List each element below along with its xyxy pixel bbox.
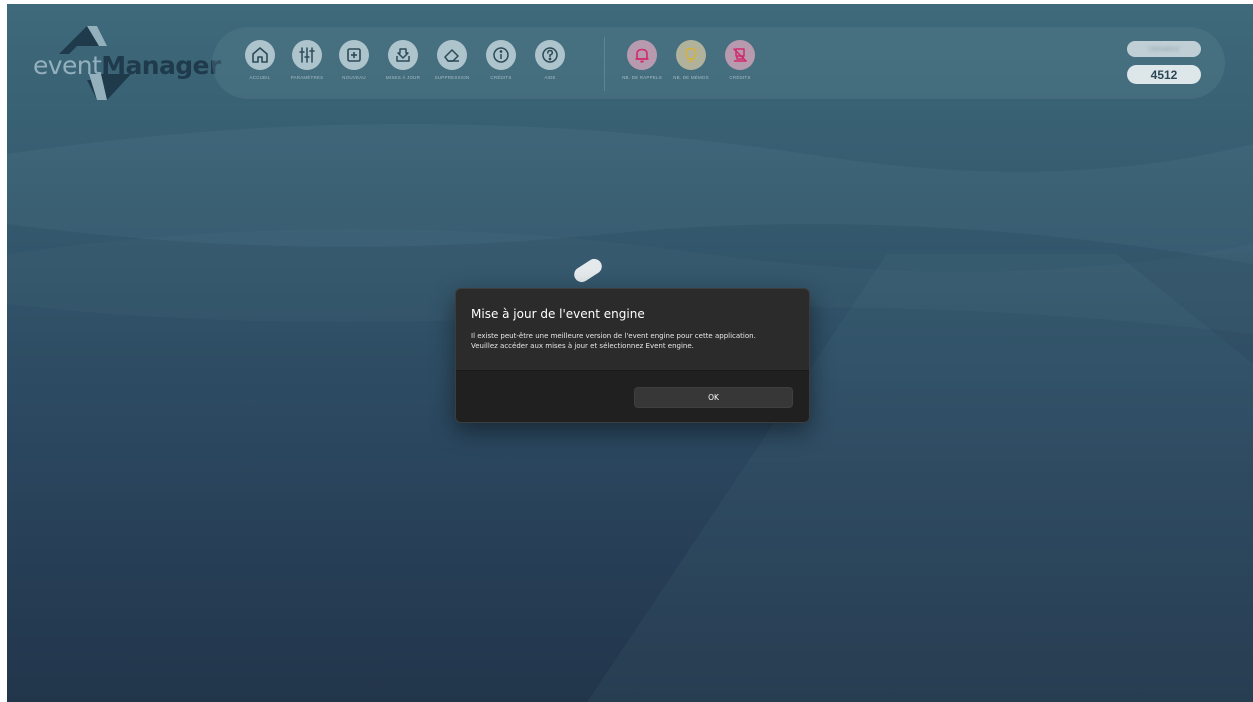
toolbar-label: CRÉDITS (729, 75, 751, 80)
toolbar-button-updates[interactable]: MISES À JOUR (378, 40, 428, 96)
toolbar-label: CRÉDITS (490, 75, 512, 80)
toolbar-label: AIDE (544, 75, 556, 80)
user-name-badge[interactable]: Utilisateur (1127, 41, 1201, 57)
update-dialog: Mise à jour de l'event engine Il existe … (455, 288, 810, 423)
logo-text: eventManager (33, 51, 221, 80)
toolbar-button-settings[interactable]: PARAMÈTRES (282, 40, 332, 96)
dialog-body: Mise à jour de l'event engine Il existe … (456, 289, 809, 369)
toolbar-button-home[interactable]: ACCUEIL (235, 40, 285, 96)
eraser-icon (437, 40, 467, 70)
ok-button[interactable]: OK (634, 387, 793, 408)
toolbar-button-license[interactable]: CRÉDITS (715, 40, 765, 96)
lightbulb-icon (676, 40, 706, 70)
toolbar-divider (604, 37, 605, 91)
toolbar-label: NOUVEAU (342, 75, 366, 80)
logo-text-suffix: Manager (101, 51, 221, 80)
dialog-message-line: Veuillez accéder aux mises à jour et sél… (471, 342, 694, 350)
bell-icon (627, 40, 657, 70)
toolbar-button-new[interactable]: NOUVEAU (329, 40, 379, 96)
toolbar-label: SUPPRESSION (434, 75, 470, 80)
counter-badge: 4512 (1127, 65, 1201, 84)
user-name: Utilisateur (1148, 45, 1180, 53)
main-toolbar: ACCUEIL PARAMÈTRES NOUVEAU MISES À JOUR … (212, 27, 1225, 99)
toolbar-button-help[interactable]: AIDE (525, 40, 575, 96)
toolbar-label: NB. DE RAPPELS (622, 75, 662, 80)
download-tray-icon (388, 40, 418, 70)
logo-text-prefix: event (33, 51, 102, 80)
app-window: eventManager ACCUEIL PARAMÈTRES NOUVEAU … (7, 4, 1253, 702)
toolbar-button-memos[interactable]: NB. DE MÉMOS (666, 40, 716, 96)
toolbar-label: NB. DE MÉMOS (673, 75, 709, 80)
license-off-icon (725, 40, 755, 70)
toolbar-button-reminders[interactable]: NB. DE RAPPELS (617, 40, 667, 96)
dialog-message-line: Il existe peut-être une meilleure versio… (471, 332, 756, 340)
dialog-message: Il existe peut-être une meilleure versio… (471, 331, 801, 351)
toolbar-label: PARAMÈTRES (290, 75, 324, 80)
help-icon (535, 40, 565, 70)
app-logo: eventManager (29, 24, 221, 104)
home-icon (245, 40, 275, 70)
sliders-icon (292, 40, 322, 70)
dialog-title: Mise à jour de l'event engine (471, 307, 645, 321)
toolbar-button-credits[interactable]: CRÉDITS (476, 40, 526, 96)
toolbar-label: ACCUEIL (249, 75, 271, 80)
dialog-footer: OK (456, 370, 809, 422)
toolbar-label: MISES À JOUR (385, 75, 421, 80)
plus-square-icon (339, 40, 369, 70)
info-icon (486, 40, 516, 70)
toolbar-button-delete[interactable]: SUPPRESSION (427, 40, 477, 96)
